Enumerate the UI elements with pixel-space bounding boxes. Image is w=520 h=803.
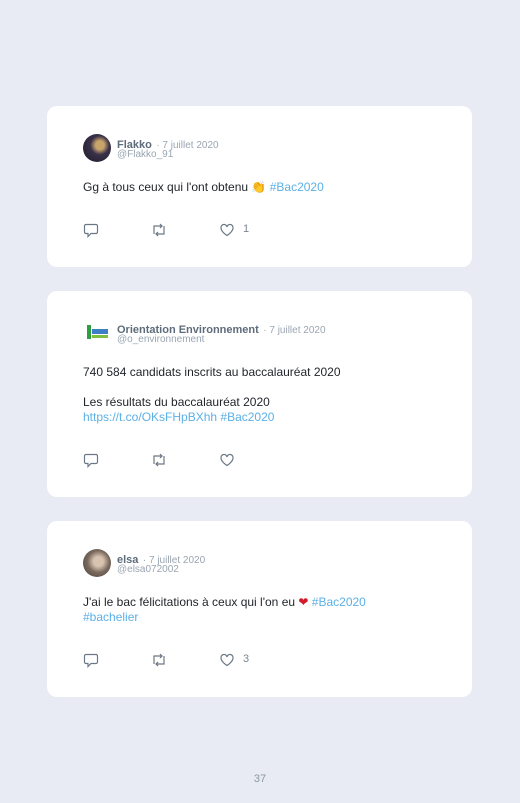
like-count: 1 <box>243 223 250 235</box>
hashtag-link[interactable]: #Bac2020 <box>270 180 324 194</box>
reply-icon <box>83 223 99 238</box>
author-handle[interactable]: @elsa072002 <box>117 564 179 575</box>
author-handle[interactable]: @o_environnement <box>117 334 204 345</box>
tweet-text-line: J'ai le bac félicitations à ceux qui l'o… <box>83 595 296 609</box>
heart-emoji: ❤ <box>298 595 309 609</box>
like-icon <box>220 453 234 467</box>
clap-emoji: 👏 <box>251 180 267 194</box>
hashtag-link[interactable]: #Bac2020 <box>220 410 274 424</box>
like-icon <box>220 223 234 237</box>
tweet-card: Orientation Environnement · 7 juillet 20… <box>47 291 472 497</box>
tweet-link[interactable]: https://t.co/OKsFHpBXhh <box>83 410 217 424</box>
tweet-actions <box>83 452 283 468</box>
retweet-button[interactable] <box>150 222 168 238</box>
tweet-text-line: Les résultats du baccalauréat 2020 <box>83 395 270 409</box>
hashtag-link[interactable]: #Bac2020 <box>312 595 366 609</box>
line-spacer <box>83 380 413 395</box>
tweet-text: 740 584 candidats inscrits au baccalauré… <box>83 365 413 425</box>
like-icon <box>220 653 234 667</box>
tweet-text: J'ai le bac félicitations à ceux qui l'o… <box>83 595 413 625</box>
tweet-date[interactable]: · 7 juillet 2020 <box>263 325 325 336</box>
retweet-icon <box>153 223 165 237</box>
tweet-text-line: Gg à tous ceux qui l'ont obtenu <box>83 180 249 194</box>
author-handle[interactable]: @Flakko_91 <box>117 149 173 160</box>
tweet-text-line: 740 584 candidats inscrits au baccalauré… <box>83 365 341 379</box>
avatar[interactable] <box>83 134 111 162</box>
reply-icon <box>83 453 99 468</box>
like-count: 3 <box>243 653 250 665</box>
retweet-button[interactable] <box>150 452 168 468</box>
hashtag-link[interactable]: #bachelier <box>83 610 413 625</box>
avatar[interactable] <box>83 319 111 347</box>
tweet-card: elsa · 7 juillet 2020 @elsa072002 J'ai l… <box>47 521 472 697</box>
tweet-actions: 1 <box>83 222 283 238</box>
reply-button[interactable] <box>83 652 99 668</box>
avatar[interactable] <box>83 549 111 577</box>
retweet-icon <box>153 653 165 667</box>
tweet-card: Flakko · 7 juillet 2020 @Flakko_91 Gg à … <box>47 106 472 267</box>
retweet-button[interactable] <box>150 652 168 668</box>
reply-icon <box>83 653 99 668</box>
like-button[interactable] <box>219 452 235 468</box>
orientation-logo-icon <box>87 325 108 339</box>
tweet-actions: 3 <box>83 652 283 668</box>
like-button[interactable]: 1 <box>219 222 249 238</box>
page-number: 37 <box>253 773 267 785</box>
reply-button[interactable] <box>83 452 99 468</box>
tweet-text: Gg à tous ceux qui l'ont obtenu 👏 #Bac20… <box>83 180 413 195</box>
retweet-icon <box>153 453 165 467</box>
like-button[interactable]: 3 <box>219 652 249 668</box>
reply-button[interactable] <box>83 222 99 238</box>
